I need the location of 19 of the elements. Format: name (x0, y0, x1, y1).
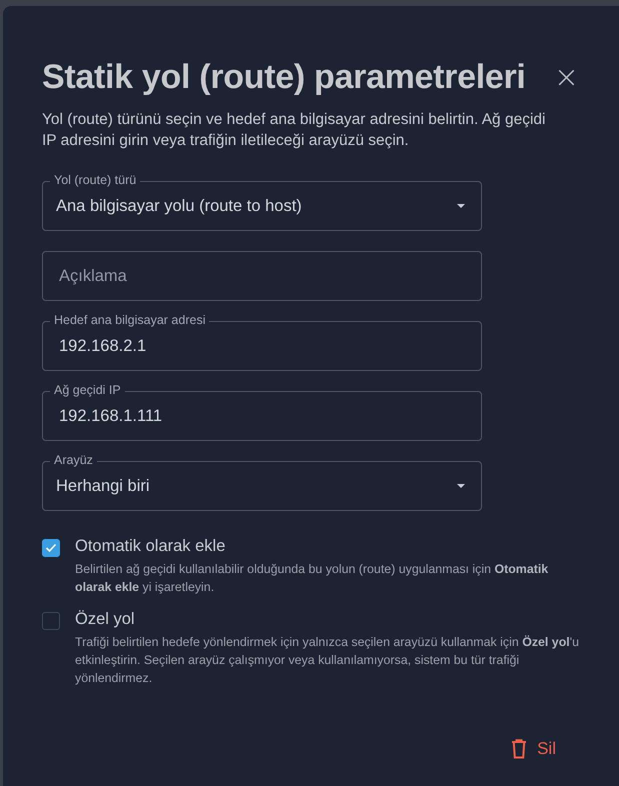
checkbox[interactable] (42, 612, 60, 630)
trash-icon (511, 739, 528, 759)
caret-icon (457, 204, 465, 208)
checkbox-label: Otomatik olarak ekle (75, 537, 226, 556)
help-text: Trafiği belirtilen hedefe yönlendirmek için yalnızca seçilen arayüzü kullanmak için Özel yol'u etkinleştirin. Seçilen arayüz çalışmıyor veya kullanılamıyorsa, sistem bu tür trafiği yönlendirmez. (75, 634, 580, 687)
delete-button[interactable]: Sil (511, 735, 556, 763)
checkbox-label: Özel yol (75, 610, 136, 629)
dialog-title: Statik yol (route) parametreleri (42, 58, 526, 97)
dialog-description: Yol (route) türünü seçin ve hedef ana bilgisayar adresini belirtin. Ağ geçidi IP adresini girin veya trafiğin iletileceği arayüzü seçin. (42, 110, 546, 151)
field-label: Arayüz (50, 452, 97, 468)
field-label: Ağ geçidi IP (50, 382, 125, 398)
field-label: Yol (route) türü (50, 172, 140, 188)
checkbox[interactable] (42, 539, 60, 557)
field-label: Hedef ana bilgisayar adresi (50, 312, 210, 328)
caret-icon (457, 484, 465, 488)
checkmark-icon (45, 543, 57, 553)
input-field[interactable]: Açıklama (42, 251, 482, 301)
help-text: Belirtilen ağ geçidi kullanılabilir olduğunda bu yolun (route) uygulanması için Otomatik olarak ekle yi işaretleyin. (75, 561, 550, 596)
close-button[interactable]: × (554, 62, 589, 92)
